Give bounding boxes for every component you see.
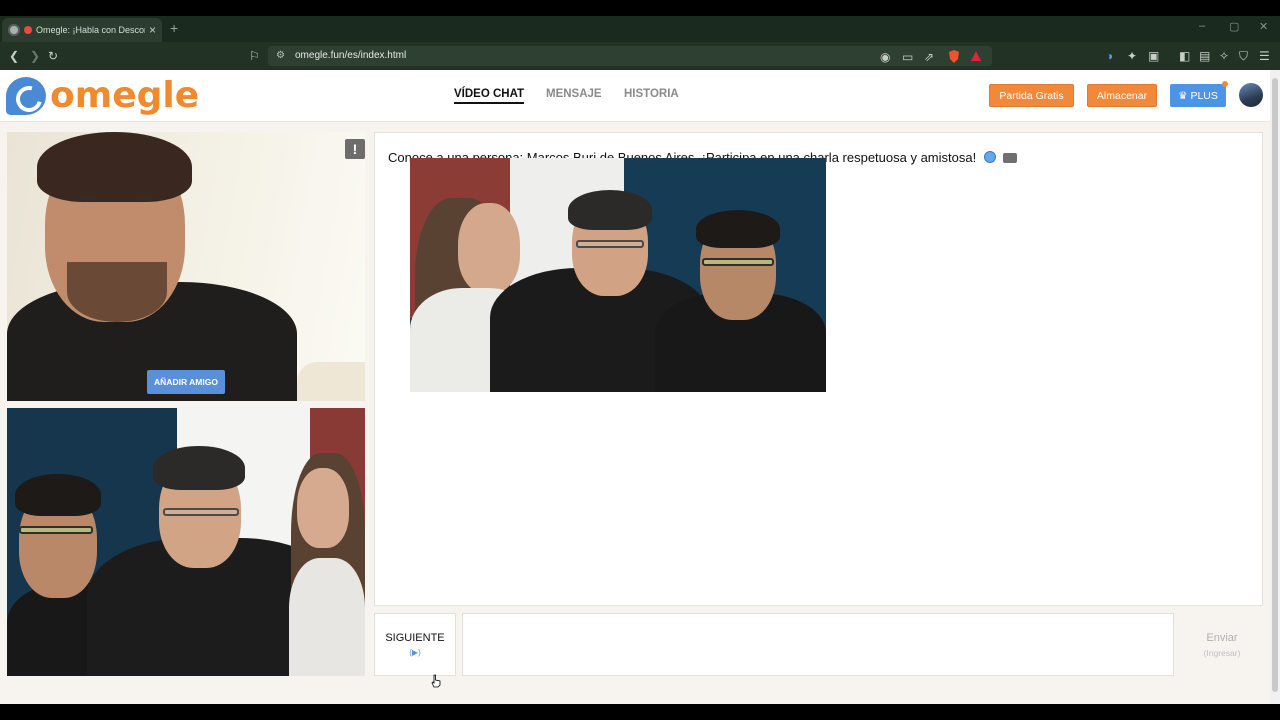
logo-text: omegle xyxy=(50,75,200,116)
notification-dot xyxy=(1222,81,1228,87)
next-shortcut-hint: (▶) xyxy=(409,648,421,657)
self-video xyxy=(7,408,365,676)
browser-tab-bar: Omegle: ¡Habla con Desconocidos! × + – ▢… xyxy=(0,16,1280,42)
site-favicon-icon xyxy=(8,24,20,36)
broadcast-icon[interactable]: ◉ xyxy=(880,49,890,65)
logo-bubble-icon xyxy=(6,77,46,115)
translate-icon[interactable]: ▣ xyxy=(1148,48,1159,64)
stranger-video: ! AÑADIR AMIGO xyxy=(7,132,365,401)
next-button[interactable]: SIGUIENTE (▶) xyxy=(374,613,456,676)
forward-icon[interactable]: ❯ xyxy=(30,48,40,64)
tab-close-icon[interactable]: × xyxy=(149,23,156,37)
browser-tab[interactable]: Omegle: ¡Habla con Desconocidos! × xyxy=(2,18,162,42)
vpn-icon[interactable]: ⛉ xyxy=(1239,48,1248,64)
minimize-icon[interactable]: – xyxy=(1199,20,1205,32)
top-letterbox xyxy=(0,0,1280,16)
store-button[interactable]: Almacenar xyxy=(1087,84,1157,107)
message-input[interactable] xyxy=(462,613,1174,676)
site-info-icon[interactable]: ⚙ xyxy=(276,50,285,61)
recording-indicator-icon xyxy=(24,26,32,34)
audio-icon[interactable]: ◗ xyxy=(1107,48,1114,64)
free-match-button[interactable]: Partida Gratis xyxy=(989,84,1074,107)
leo-ai-icon[interactable]: ✧ xyxy=(1219,48,1229,64)
page-scrollbar[interactable] xyxy=(1270,70,1280,704)
report-button[interactable]: ! xyxy=(345,139,365,159)
site-header: omegle VÍDEO CHAT MENSAJE HISTORIA Parti… xyxy=(0,70,1270,122)
nav-video-chat[interactable]: VÍDEO CHAT xyxy=(454,88,525,104)
user-avatar[interactable] xyxy=(1239,83,1263,107)
globe-icon xyxy=(983,151,996,163)
remote-video-preview xyxy=(410,158,826,392)
restore-icon[interactable]: ▢ xyxy=(1229,20,1239,33)
send-button[interactable]: Enviar (Ingresar) xyxy=(1181,613,1263,676)
brave-shields-icon[interactable] xyxy=(948,50,960,63)
send-shortcut-hint: (Ingresar) xyxy=(1203,647,1241,658)
new-tab-icon[interactable]: + xyxy=(170,20,178,36)
reload-icon[interactable]: ↻ xyxy=(48,48,58,64)
wallet-icon[interactable]: ▤ xyxy=(1199,48,1210,64)
nav-message[interactable]: MENSAJE xyxy=(546,88,602,100)
back-icon[interactable]: ❮ xyxy=(9,48,19,64)
nav-history[interactable]: HISTORIA xyxy=(624,88,679,100)
omegle-logo[interactable]: omegle xyxy=(6,76,199,116)
share-icon[interactable]: ⇗ xyxy=(924,49,934,65)
close-window-icon[interactable]: ✕ xyxy=(1259,20,1268,33)
bottom-letterbox xyxy=(0,704,1280,720)
scrollbar-thumb[interactable] xyxy=(1272,78,1278,692)
brave-rewards-icon[interactable] xyxy=(970,50,982,63)
plus-button[interactable]: ♛ PLUS xyxy=(1170,84,1226,107)
hand-cursor-icon xyxy=(431,674,441,688)
cast-icon[interactable]: ▭ xyxy=(902,49,913,65)
extensions-icon[interactable]: ✦ xyxy=(1127,48,1137,64)
url-text: omegle.fun/es/index.html xyxy=(295,50,407,61)
next-button-label: SIGUIENTE xyxy=(385,632,445,644)
menu-icon[interactable]: ☰ xyxy=(1259,48,1270,64)
bookmark-icon[interactable]: ⚐ xyxy=(249,48,260,64)
screen: Omegle: ¡Habla con Desconocidos! × + – ▢… xyxy=(0,0,1280,720)
send-button-label: Enviar xyxy=(1206,631,1238,644)
sidebar-icon[interactable]: ◧ xyxy=(1179,48,1190,64)
video-camera-icon xyxy=(1003,153,1018,163)
page-content: omegle VÍDEO CHAT MENSAJE HISTORIA Parti… xyxy=(0,70,1270,704)
tab-title: Omegle: ¡Habla con Desconocidos! xyxy=(36,25,145,35)
browser-toolbar: ❮ ❯ ↻ ⚐ ⚙ omegle.fun/es/index.html ◉ ▭ ⇗… xyxy=(0,42,1280,70)
address-bar[interactable]: ⚙ omegle.fun/es/index.html ◉ ▭ ⇗ xyxy=(268,46,992,66)
add-friend-button[interactable]: AÑADIR AMIGO xyxy=(147,370,225,394)
